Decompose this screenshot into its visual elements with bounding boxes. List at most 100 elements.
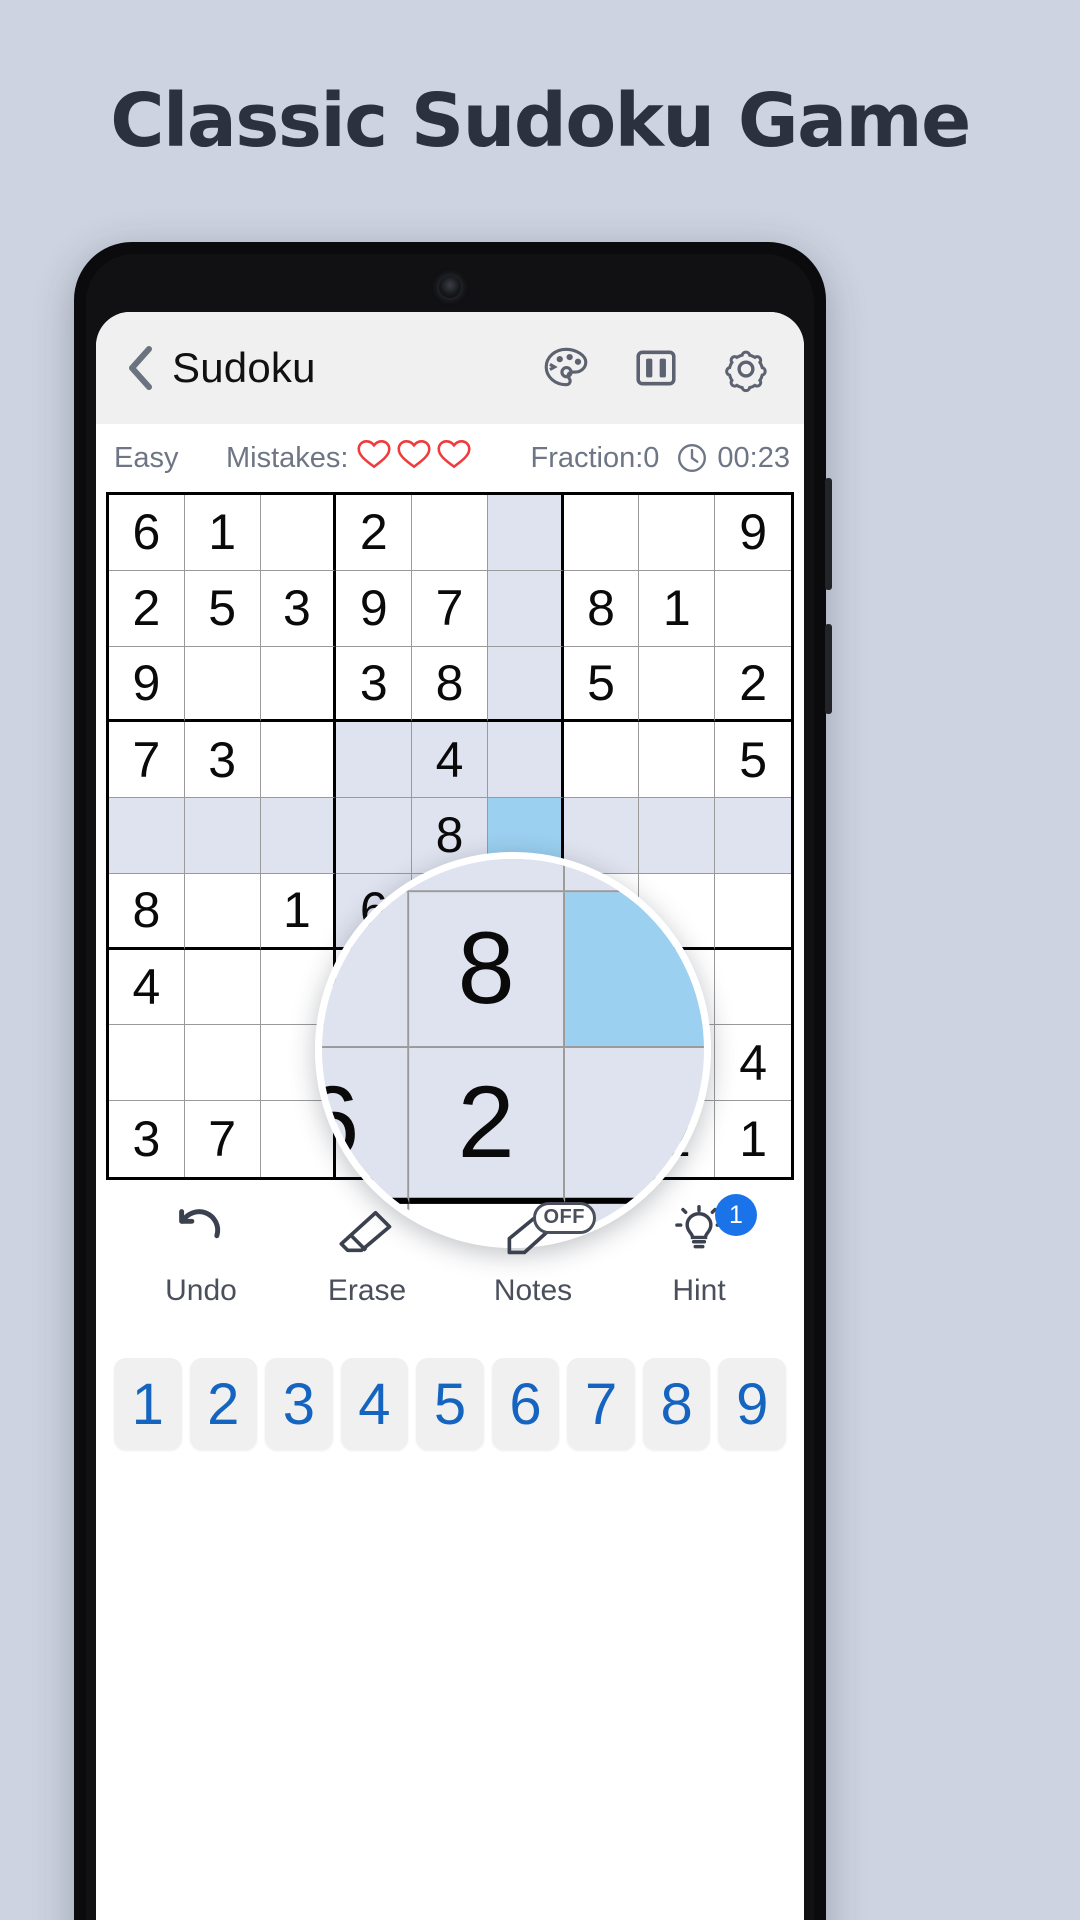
sudoku-cell-r4c6[interactable]	[487, 722, 564, 799]
sudoku-cell-r2c4[interactable]: 9	[336, 570, 413, 647]
numpad-key-5[interactable]: 5	[416, 1358, 484, 1450]
sudoku-cell-r8c4[interactable]: 8	[336, 1025, 413, 1102]
sudoku-cell-r8c6[interactable]: 7	[487, 1025, 564, 1102]
sudoku-cell-r9c4[interactable]: 4	[336, 1101, 413, 1177]
sudoku-cell-r9c7[interactable]	[564, 1101, 640, 1177]
sudoku-cell-r7c4[interactable]	[336, 949, 413, 1026]
sudoku-cell-r9c5[interactable]: 5	[412, 1101, 488, 1177]
pause-button[interactable]	[630, 342, 682, 394]
sudoku-cell-r7c2[interactable]	[184, 949, 261, 1026]
numpad-key-7[interactable]: 7	[567, 1358, 635, 1450]
sudoku-cell-r2c2[interactable]: 5	[184, 570, 261, 647]
sudoku-cell-r4c4[interactable]	[336, 722, 413, 799]
sudoku-cell-r7c5[interactable]	[412, 949, 488, 1026]
notes-button[interactable]: OFF Notes	[450, 1200, 616, 1330]
sudoku-cell-r6c6[interactable]	[487, 873, 564, 950]
sudoku-cell-r5c7[interactable]	[563, 798, 640, 874]
sudoku-cell-r5c5[interactable]: 8	[412, 798, 488, 874]
sudoku-cell-r5c3[interactable]	[260, 798, 337, 874]
sudoku-cell-r3c6[interactable]	[487, 646, 564, 723]
sudoku-cell-r5c4[interactable]	[336, 798, 413, 874]
numpad-key-8[interactable]: 8	[642, 1358, 711, 1450]
sudoku-cell-r6c2[interactable]	[184, 873, 261, 950]
sudoku-cell-r1c3[interactable]	[260, 495, 337, 571]
sudoku-cell-r4c8[interactable]	[639, 722, 716, 799]
sudoku-cell-r3c8[interactable]	[639, 646, 716, 723]
sudoku-cell-r3c3[interactable]	[260, 646, 337, 723]
sudoku-cell-r3c4[interactable]: 3	[336, 646, 413, 723]
undo-button[interactable]: Undo	[118, 1200, 284, 1330]
numpad-key-2[interactable]: 2	[189, 1358, 258, 1450]
sudoku-cell-r7c6[interactable]: 7	[487, 949, 564, 1026]
sudoku-cell-r6c5[interactable]: 2	[412, 873, 488, 950]
theme-button[interactable]	[540, 342, 592, 394]
sudoku-cell-r4c3[interactable]	[260, 722, 337, 799]
sudoku-cell-r8c7[interactable]	[563, 1025, 640, 1102]
sudoku-cell-r8c5[interactable]: 3	[412, 1025, 488, 1102]
sudoku-cell-r7c3[interactable]	[260, 949, 337, 1026]
sudoku-cell-r6c8[interactable]	[639, 873, 716, 950]
sudoku-cell-r1c1[interactable]: 6	[109, 495, 185, 571]
sudoku-cell-r8c1[interactable]	[109, 1025, 185, 1102]
sudoku-cell-r4c9[interactable]: 5	[715, 722, 791, 799]
sudoku-grid[interactable]: 612925397819385273458816294788374374521	[106, 492, 794, 1180]
sudoku-cell-r2c3[interactable]: 3	[260, 570, 337, 647]
numpad-key-1[interactable]: 1	[113, 1358, 182, 1450]
sudoku-cell-r8c2[interactable]	[184, 1025, 261, 1102]
sudoku-cell-r7c9[interactable]	[715, 950, 791, 1026]
sudoku-cell-r8c3[interactable]	[260, 1025, 337, 1102]
sudoku-cell-r3c2[interactable]	[184, 646, 261, 723]
sudoku-cell-r8c9[interactable]: 4	[715, 1025, 791, 1102]
sudoku-cell-r7c8[interactable]: 8	[639, 949, 716, 1026]
sudoku-cell-r9c3[interactable]	[261, 1101, 337, 1177]
sudoku-cell-r9c6[interactable]	[487, 1101, 564, 1177]
sudoku-cell-r1c6[interactable]	[487, 495, 564, 571]
numpad-key-3[interactable]: 3	[265, 1358, 333, 1450]
numpad-key-6[interactable]: 6	[491, 1358, 560, 1450]
sudoku-cell-r2c6[interactable]	[487, 570, 564, 647]
numpad-key-9[interactable]: 9	[718, 1358, 787, 1450]
sudoku-cell-r9c1[interactable]: 3	[109, 1101, 185, 1177]
back-button[interactable]	[118, 344, 162, 392]
sudoku-cell-r6c7[interactable]: 9	[563, 873, 640, 950]
sudoku-cell-r5c6[interactable]	[487, 798, 564, 874]
sudoku-cell-r2c9[interactable]	[715, 571, 791, 647]
sudoku-cell-r6c1[interactable]: 8	[109, 873, 185, 950]
sudoku-cell-r3c7[interactable]: 5	[563, 646, 640, 723]
sudoku-cell-r2c8[interactable]: 1	[639, 570, 716, 647]
sudoku-cell-r9c8[interactable]: 2	[639, 1101, 716, 1177]
sudoku-cell-r1c9[interactable]: 9	[715, 495, 791, 571]
sudoku-cell-r5c9[interactable]	[715, 798, 791, 874]
sudoku-cell-r5c2[interactable]	[184, 798, 261, 874]
number-pad[interactable]: 123456789	[96, 1330, 804, 1450]
sudoku-cell-r1c5[interactable]	[412, 495, 488, 571]
settings-button[interactable]	[720, 342, 772, 394]
hint-button[interactable]: 1 Hint	[616, 1194, 782, 1330]
sudoku-cell-r2c7[interactable]: 8	[563, 570, 640, 647]
sudoku-cell-r3c1[interactable]: 9	[109, 646, 185, 723]
sudoku-cell-r3c5[interactable]: 8	[412, 646, 488, 723]
sudoku-cell-r6c9[interactable]	[715, 874, 791, 950]
sudoku-cell-r9c2[interactable]: 7	[185, 1101, 261, 1177]
sudoku-cell-r4c1[interactable]: 7	[109, 722, 185, 799]
sudoku-cell-r1c2[interactable]: 1	[184, 495, 261, 571]
sudoku-cell-r4c7[interactable]	[563, 722, 640, 799]
sudoku-cell-r3c9[interactable]: 2	[715, 647, 791, 723]
sudoku-cell-r4c2[interactable]: 3	[184, 722, 261, 799]
sudoku-cell-r5c1[interactable]	[109, 798, 185, 874]
sudoku-cell-r5c8[interactable]	[639, 798, 716, 874]
sudoku-cell-r4c5[interactable]: 4	[412, 722, 488, 799]
sudoku-cell-r6c4[interactable]: 6	[336, 873, 413, 950]
sudoku-cell-r6c3[interactable]: 1	[260, 873, 337, 950]
sudoku-cell-r2c5[interactable]: 7	[412, 570, 488, 647]
sudoku-cell-r7c7[interactable]	[563, 949, 640, 1026]
sudoku-cell-r8c8[interactable]	[639, 1025, 716, 1102]
sudoku-cell-r2c1[interactable]: 2	[109, 570, 185, 647]
sudoku-cell-r7c1[interactable]: 4	[109, 949, 185, 1026]
sudoku-cell-r1c4[interactable]: 2	[336, 495, 413, 571]
sudoku-cell-r1c8[interactable]	[639, 495, 716, 571]
numpad-key-4[interactable]: 4	[340, 1358, 409, 1450]
sudoku-cell-r1c7[interactable]	[563, 495, 640, 571]
sudoku-cell-r9c9[interactable]: 1	[715, 1101, 791, 1177]
erase-button[interactable]: Erase	[284, 1200, 450, 1330]
